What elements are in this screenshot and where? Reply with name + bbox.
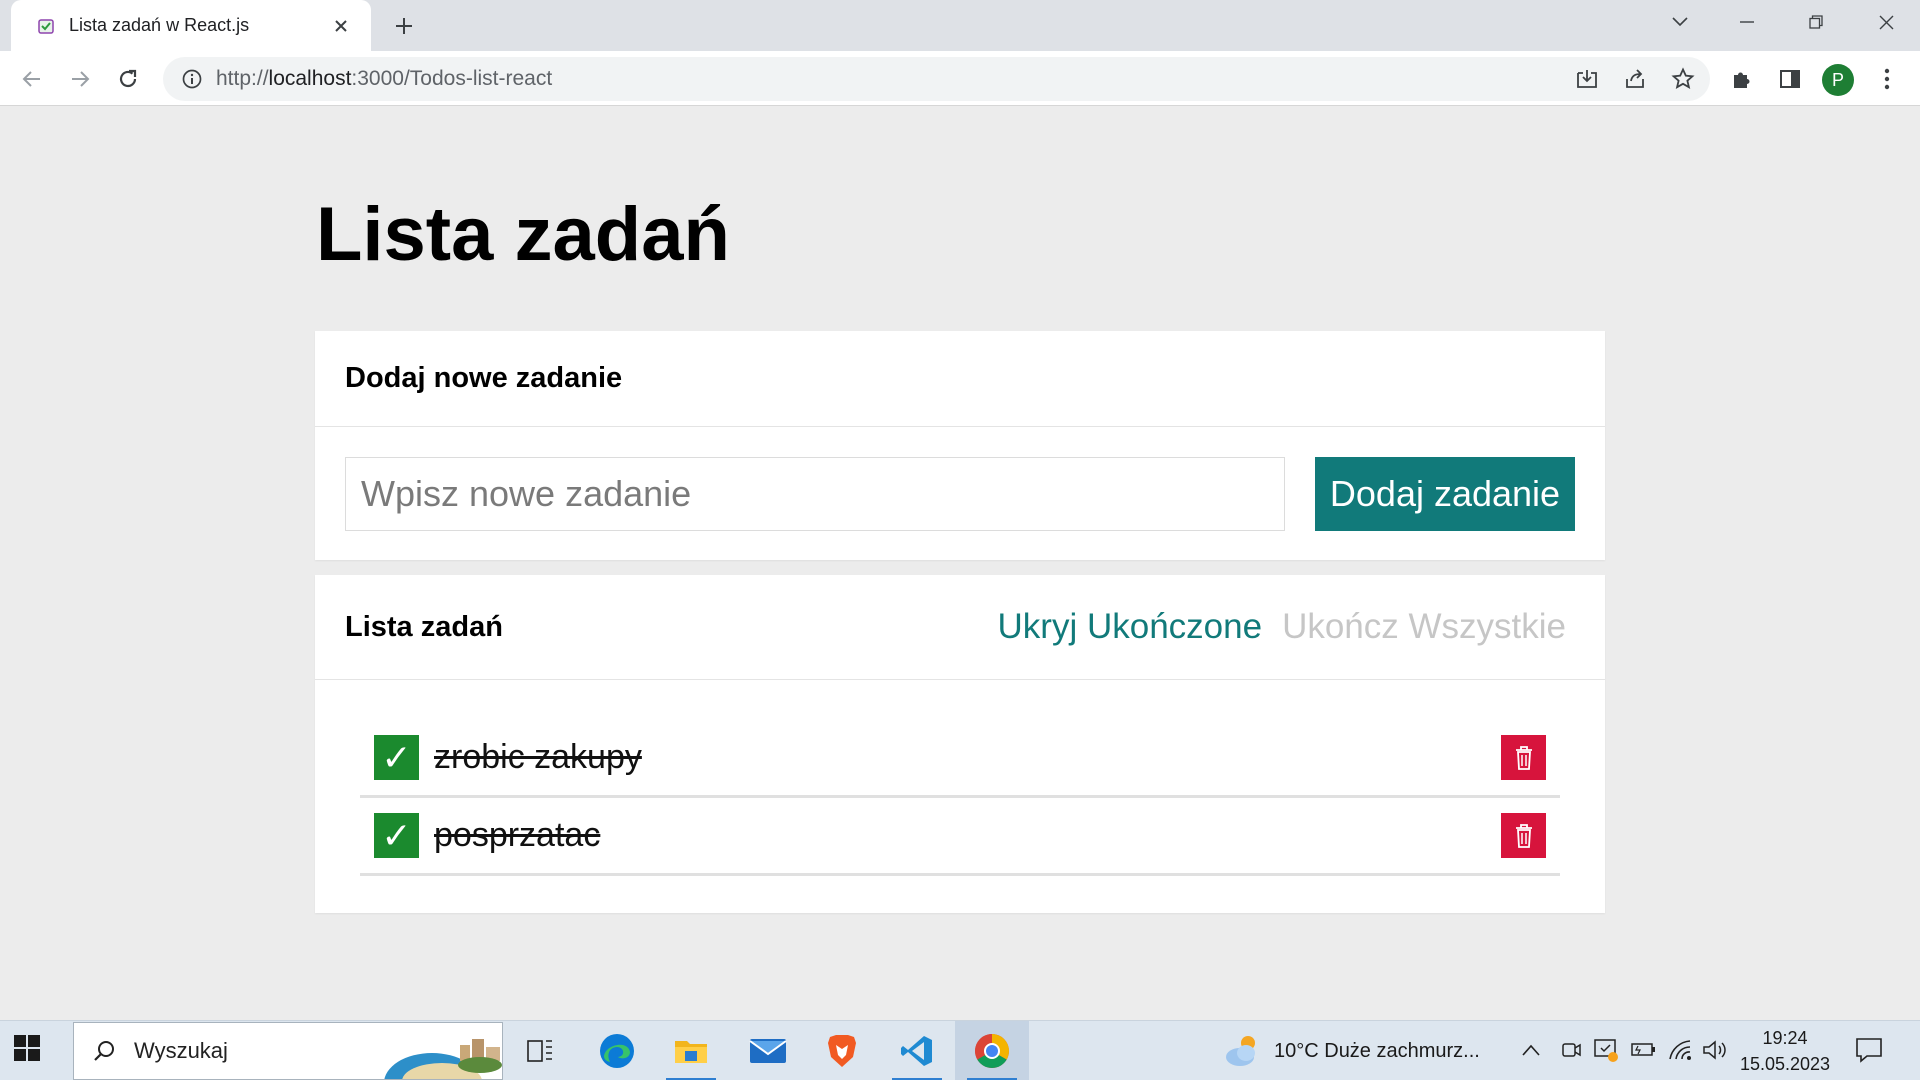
toggle-done-checkmark-icon[interactable]: ✓: [374, 813, 419, 858]
volume-icon[interactable]: [1702, 1039, 1728, 1066]
edge-browser-icon[interactable]: [580, 1021, 654, 1080]
site-info-icon[interactable]: [180, 67, 204, 91]
task-list-heading: Lista zadań: [345, 610, 503, 643]
share-icon[interactable]: [1617, 61, 1653, 97]
back-button[interactable]: [14, 61, 50, 97]
brave-browser-icon[interactable]: [805, 1021, 879, 1080]
windows-start-icon[interactable]: [14, 1035, 46, 1067]
side-panel-icon[interactable]: [1772, 61, 1808, 97]
windows-taskbar: Wyszukaj 10°C Duże zachmurz... 19:24 15.…: [0, 1020, 1920, 1080]
clock-time: 19:24: [1762, 1028, 1808, 1048]
task-view-icon[interactable]: [503, 1021, 577, 1080]
task-list-header: Lista zadań Ukryj Ukończone Ukończ Wszys…: [315, 575, 1605, 680]
battery-icon[interactable]: [1630, 1041, 1656, 1064]
chrome-browser-icon[interactable]: [955, 1021, 1029, 1080]
browser-tab[interactable]: Lista zadań w React.js: [11, 0, 371, 51]
new-task-input[interactable]: [345, 457, 1285, 531]
search-magnifier-icon: [92, 1039, 116, 1063]
bookmark-star-icon[interactable]: [1665, 61, 1701, 97]
minimize-button[interactable]: [1717, 0, 1777, 44]
page-title: Lista zadań: [316, 192, 730, 277]
mail-icon[interactable]: [731, 1021, 805, 1080]
extensions-puzzle-icon[interactable]: [1724, 61, 1760, 97]
clock-date: 15.05.2023: [1739, 1054, 1831, 1074]
add-task-form: Dodaj zadanie: [315, 427, 1605, 531]
complete-all-button[interactable]: Ukończ Wszystkie: [1282, 607, 1566, 647]
wifi-icon[interactable]: [1668, 1039, 1694, 1066]
url-text: http://localhost:3000/Todos-list-react: [216, 67, 553, 90]
profile-avatar[interactable]: P: [1822, 64, 1854, 96]
restore-button[interactable]: [1786, 0, 1846, 44]
delete-trash-icon[interactable]: [1501, 813, 1546, 858]
task-list: ✓ zrobic zakupy ✓ posprzatac: [315, 680, 1605, 876]
add-task-card: Dodaj nowe zadanie Dodaj zadanie: [315, 331, 1605, 560]
show-hidden-icons-chevron-icon[interactable]: [1522, 1043, 1540, 1061]
tab-close-icon[interactable]: [327, 12, 355, 40]
task-item: ✓ posprzatac: [360, 798, 1560, 876]
checklist-favicon-icon: [35, 15, 57, 37]
close-window-button[interactable]: [1856, 0, 1916, 44]
tab-search-chevron-icon[interactable]: [1650, 0, 1710, 44]
browser-tab-bar: Lista zadań w React.js: [0, 0, 1920, 51]
meet-now-icon[interactable]: [1560, 1039, 1582, 1066]
system-clock[interactable]: 19:24 15.05.2023: [1735, 1025, 1835, 1077]
toggle-done-checkmark-icon[interactable]: ✓: [374, 735, 419, 780]
weather-cloud-icon[interactable]: [1222, 1031, 1262, 1076]
add-task-heading: Dodaj nowe zadanie: [345, 362, 623, 394]
task-list-card: Lista zadań Ukryj Ukończone Ukończ Wszys…: [315, 575, 1605, 913]
add-task-header: Dodaj nowe zadanie: [315, 331, 1605, 427]
menu-kebab-icon[interactable]: [1869, 61, 1905, 97]
tab-title: Lista zadań w React.js: [69, 15, 250, 35]
reload-button[interactable]: [110, 61, 146, 97]
delete-trash-icon[interactable]: [1501, 735, 1546, 780]
notifications-icon[interactable]: [1855, 1037, 1883, 1068]
vscode-icon[interactable]: [880, 1021, 954, 1080]
search-label: Wyszukaj: [134, 1038, 228, 1063]
file-explorer-icon[interactable]: [654, 1021, 728, 1080]
hide-completed-button[interactable]: Ukryj Ukończone: [998, 607, 1263, 647]
search-highlight-landscape-icon: [382, 1031, 502, 1079]
task-text: posprzatac: [434, 816, 601, 854]
task-text: zrobic zakupy: [434, 738, 642, 776]
task-item: ✓ zrobic zakupy: [360, 720, 1560, 798]
address-bar[interactable]: http://localhost:3000/Todos-list-react: [163, 57, 1710, 101]
browser-toolbar: http://localhost:3000/Todos-list-react P: [0, 51, 1920, 106]
new-tab-button[interactable]: [388, 10, 420, 42]
weather-text[interactable]: 10°C Duże zachmurz...: [1274, 1040, 1480, 1063]
forward-button[interactable]: [62, 61, 98, 97]
taskbar-search-box[interactable]: Wyszukaj: [73, 1022, 503, 1080]
install-app-icon[interactable]: [1569, 61, 1605, 97]
security-center-icon[interactable]: [1593, 1037, 1619, 1068]
add-task-button[interactable]: Dodaj zadanie: [1315, 457, 1575, 531]
